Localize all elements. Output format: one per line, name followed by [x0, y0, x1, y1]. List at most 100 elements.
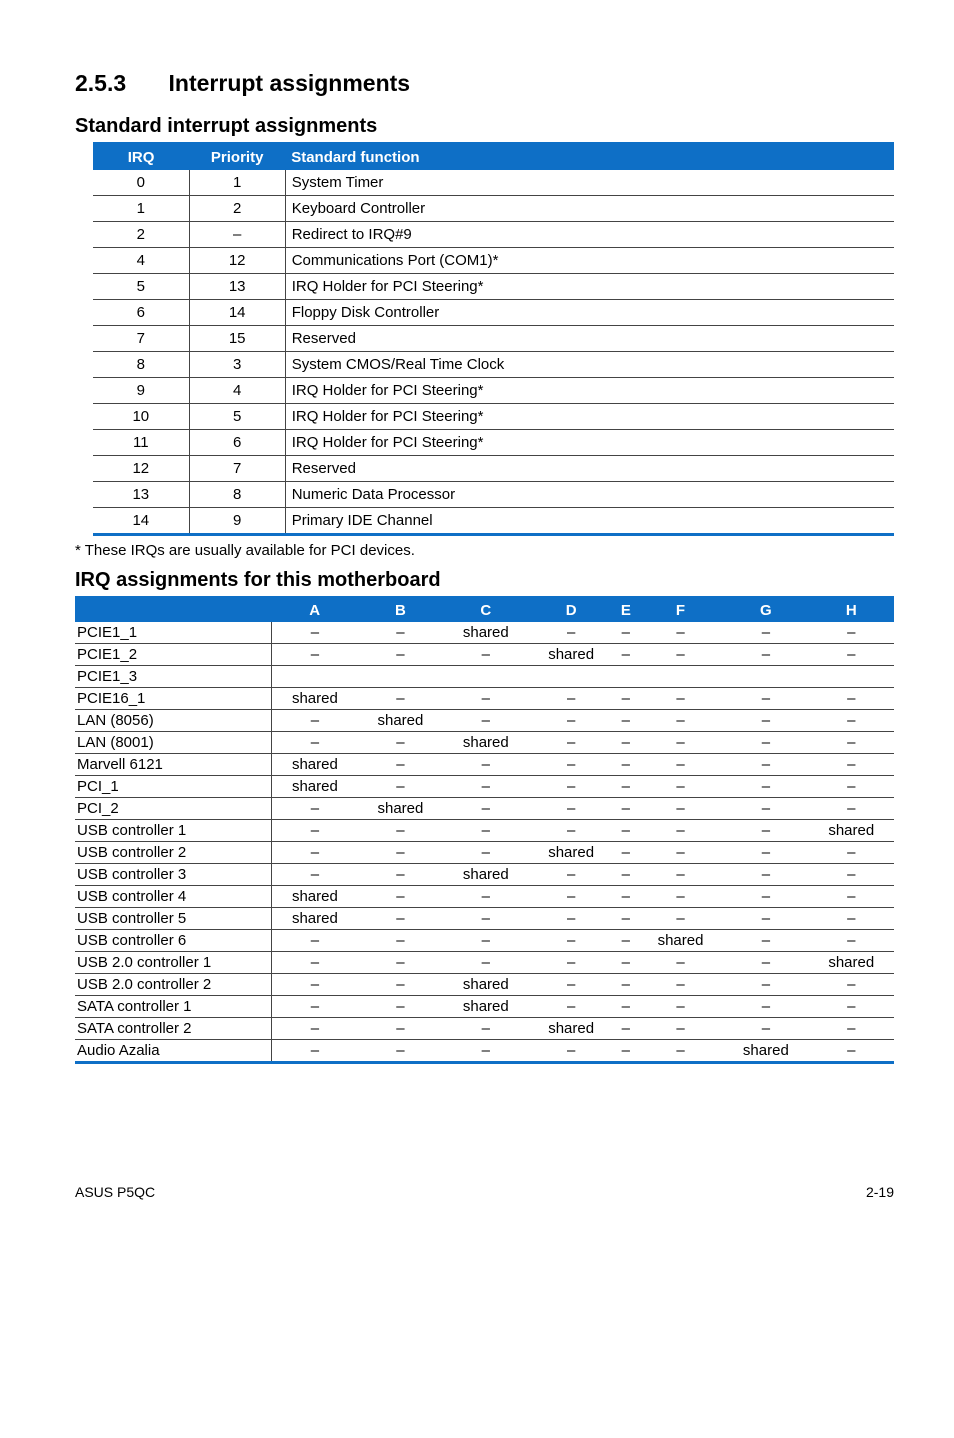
- table-cell: –: [272, 644, 358, 666]
- table-cell: –: [809, 1018, 894, 1040]
- table-cell: –: [809, 842, 894, 864]
- table-cell: –: [723, 1018, 808, 1040]
- table-cell: –: [443, 798, 528, 820]
- table-row: USB controller 4shared–––––––: [75, 886, 894, 908]
- table-cell: shared: [528, 1018, 613, 1040]
- table-cell: –: [638, 908, 723, 930]
- table-cell: –: [809, 644, 894, 666]
- table-cell: shared: [638, 930, 723, 952]
- table-cell: –: [358, 842, 443, 864]
- table-cell: –: [443, 1018, 528, 1040]
- table-cell: –: [358, 886, 443, 908]
- table-cell: –: [638, 952, 723, 974]
- table-row: PCIE16_1shared–––––––: [75, 688, 894, 710]
- standard-interrupt-table: IRQPriorityStandard function 01System Ti…: [93, 142, 894, 536]
- table-cell: IRQ Holder for PCI Steering*: [285, 378, 894, 404]
- table-row: USB 2.0 controller 2––shared–––––: [75, 974, 894, 996]
- table-cell: Keyboard Controller: [285, 196, 894, 222]
- table-cell: –: [358, 622, 443, 644]
- table-cell: shared: [809, 820, 894, 842]
- table-cell: –: [638, 842, 723, 864]
- table-cell: 7: [189, 456, 285, 482]
- table-cell: USB controller 3: [75, 864, 272, 886]
- table2-title: IRQ assignments for this motherboard: [75, 569, 894, 592]
- table-row: 94IRQ Holder for PCI Steering*: [93, 378, 894, 404]
- table-cell: 1: [189, 170, 285, 196]
- table-cell: Primary IDE Channel: [285, 508, 894, 535]
- table-row: 149Primary IDE Channel: [93, 508, 894, 535]
- table-cell: System CMOS/Real Time Clock: [285, 352, 894, 378]
- table-cell: –: [723, 776, 808, 798]
- table-cell: [358, 666, 443, 688]
- table-cell: –: [614, 930, 638, 952]
- table-cell: Reserved: [285, 326, 894, 352]
- table-cell: –: [528, 1040, 613, 1063]
- table-cell: 2: [93, 222, 189, 248]
- table-row: PCI_2–shared––––––: [75, 798, 894, 820]
- page-footer: ASUS P5QC 2-19: [75, 1184, 894, 1200]
- table-row: PCIE1_3: [75, 666, 894, 688]
- table-cell: –: [358, 996, 443, 1018]
- table-cell: –: [638, 864, 723, 886]
- table-cell: [638, 666, 723, 688]
- table-cell: –: [614, 1018, 638, 1040]
- table-cell: –: [358, 732, 443, 754]
- table-cell: –: [272, 952, 358, 974]
- table-row: PCIE1_2–––shared––––: [75, 644, 894, 666]
- table-cell: –: [272, 820, 358, 842]
- table-cell: –: [809, 886, 894, 908]
- table-cell: 4: [93, 248, 189, 274]
- table-cell: 3: [189, 352, 285, 378]
- table-row: PCI_1shared–––––––: [75, 776, 894, 798]
- table-cell: 2: [189, 196, 285, 222]
- table-cell: –: [272, 732, 358, 754]
- table-cell: –: [723, 952, 808, 974]
- table-cell: 8: [93, 352, 189, 378]
- table-cell: –: [638, 1040, 723, 1063]
- table-cell: –: [638, 996, 723, 1018]
- table-cell: –: [272, 710, 358, 732]
- table-cell: PCI_2: [75, 798, 272, 820]
- table-cell: USB controller 6: [75, 930, 272, 952]
- table-cell: –: [638, 732, 723, 754]
- table-cell: –: [723, 842, 808, 864]
- table-cell: –: [809, 710, 894, 732]
- table-cell: Communications Port (COM1)*: [285, 248, 894, 274]
- table-cell: 7: [93, 326, 189, 352]
- table-row: 01System Timer: [93, 170, 894, 196]
- table-cell: [528, 666, 613, 688]
- table-cell: –: [723, 996, 808, 1018]
- section-title: Interrupt assignments: [169, 70, 411, 96]
- table-row: 2–Redirect to IRQ#9: [93, 222, 894, 248]
- table-cell: Floppy Disk Controller: [285, 300, 894, 326]
- table-cell: 9: [93, 378, 189, 404]
- table-header: IRQ: [93, 144, 189, 171]
- table-row: SATA controller 2–––shared––––: [75, 1018, 894, 1040]
- table-cell: Marvell 6121: [75, 754, 272, 776]
- table-cell: USB controller 1: [75, 820, 272, 842]
- table-cell: –: [272, 864, 358, 886]
- table-cell: –: [809, 688, 894, 710]
- table1-title: Standard interrupt assignments: [75, 115, 894, 138]
- table-cell: –: [528, 952, 613, 974]
- table-cell: 0: [93, 170, 189, 196]
- table-row: LAN (8056)–shared––––––: [75, 710, 894, 732]
- table-cell: 4: [189, 378, 285, 404]
- table-cell: –: [638, 974, 723, 996]
- table-cell: –: [723, 798, 808, 820]
- table-cell: 6: [93, 300, 189, 326]
- table-cell: 14: [189, 300, 285, 326]
- table-cell: –: [528, 688, 613, 710]
- table-cell: –: [638, 754, 723, 776]
- table-cell: USB 2.0 controller 1: [75, 952, 272, 974]
- table-cell: USB controller 4: [75, 886, 272, 908]
- table-cell: –: [443, 644, 528, 666]
- table-header: F: [638, 598, 723, 623]
- section-number: 2.5.3: [75, 70, 126, 97]
- table-cell: USB controller 5: [75, 908, 272, 930]
- table-cell: shared: [723, 1040, 808, 1063]
- table-row: 127Reserved: [93, 456, 894, 482]
- table-cell: –: [638, 798, 723, 820]
- table-cell: –: [358, 864, 443, 886]
- table-cell: LAN (8056): [75, 710, 272, 732]
